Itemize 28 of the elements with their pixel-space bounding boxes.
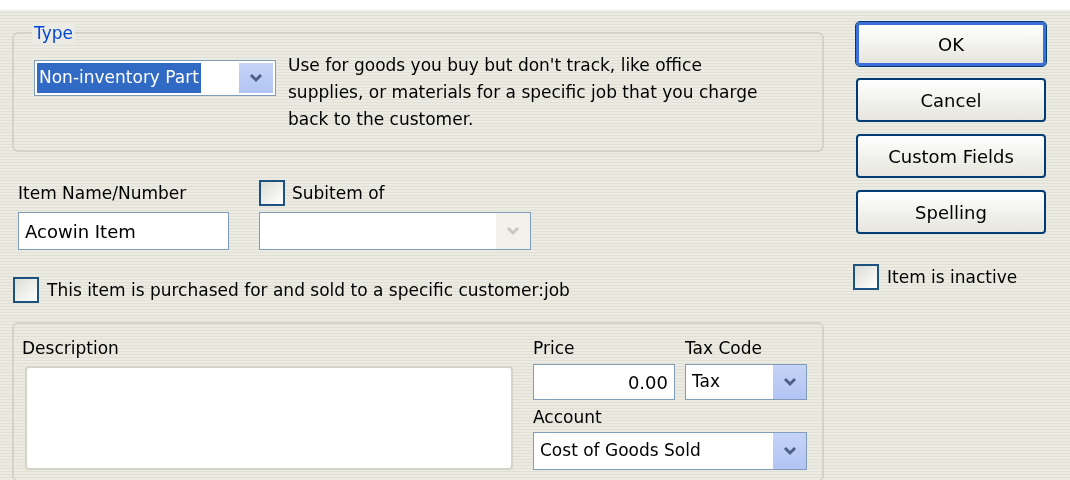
dropdown[interactable]: Tax	[685, 364, 807, 400]
caret-icon	[782, 377, 797, 387]
price-field[interactable]: 0.00	[533, 364, 675, 400]
dialog-button[interactable]: Custom Fields	[856, 134, 1046, 178]
field-label: Item Name/Number	[18, 182, 187, 205]
caret-icon	[782, 446, 797, 456]
dialog-button[interactable]: Cancel	[856, 78, 1046, 122]
checkbox-label: Subitem of	[292, 182, 385, 205]
checkbox[interactable]	[853, 264, 879, 290]
dialog-button[interactable]: OK	[856, 22, 1046, 66]
field-label: Account	[533, 406, 602, 429]
field-label: Price	[533, 337, 575, 360]
field-label: Description	[22, 337, 119, 360]
help-text: Use for goods you buy but don't track, like office supplies, or materials for a specific job that you charge back to the customer.	[288, 54, 759, 131]
caret-icon	[506, 226, 520, 236]
checkbox-label: This item is purchased for and sold to a specific customer:job	[47, 279, 570, 302]
dropdown-button[interactable]	[239, 63, 273, 93]
dialog-button[interactable]: Spelling	[856, 190, 1046, 234]
dropdown[interactable]: Non-inventory Part	[34, 60, 276, 96]
dropdown[interactable]: Cost of Goods Sold	[533, 432, 807, 470]
field-label: Tax Code	[685, 337, 762, 360]
checkbox[interactable]	[13, 277, 39, 303]
checkbox-label: Item is inactive	[887, 266, 1018, 289]
caret-icon	[249, 73, 263, 83]
dropdown-button[interactable]	[772, 365, 806, 399]
group-label: Type	[32, 22, 76, 44]
dropdown-button[interactable]	[772, 433, 806, 469]
text-field[interactable]: Acowin Item	[18, 212, 229, 250]
